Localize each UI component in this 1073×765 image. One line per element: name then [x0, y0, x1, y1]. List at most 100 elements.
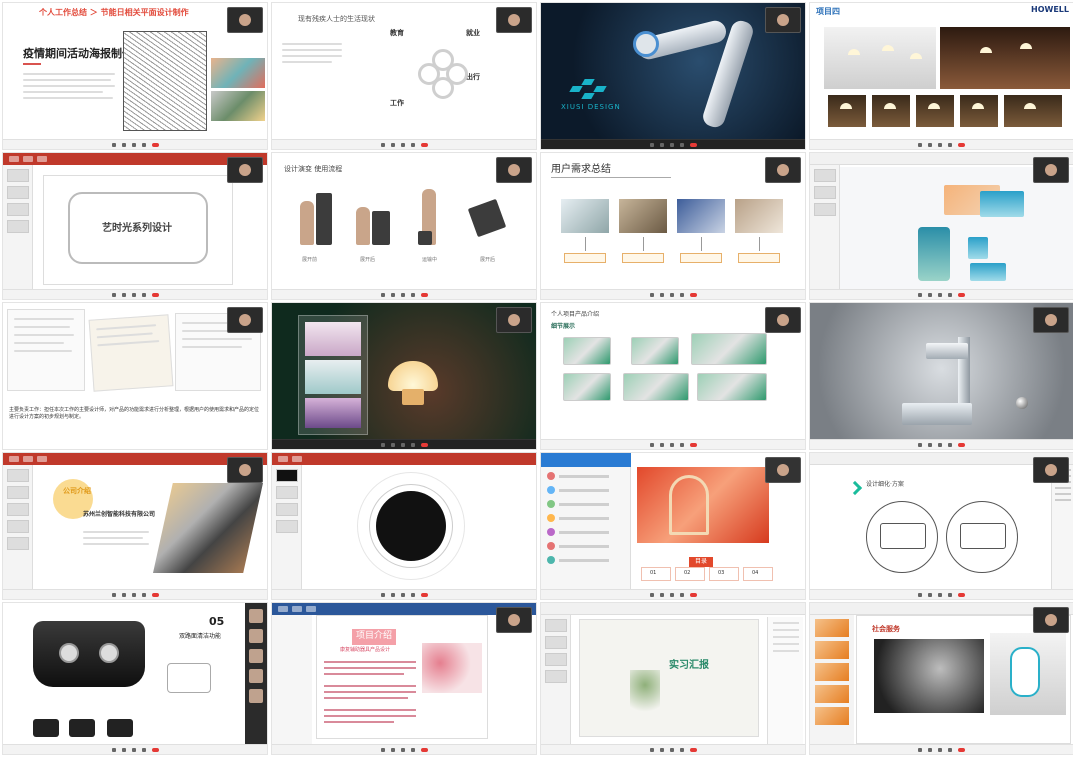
brand-name: HOWELL	[1031, 5, 1069, 14]
tile-internship-report: 实习汇报	[540, 602, 806, 755]
end-call-icon[interactable]	[420, 747, 428, 752]
camera-feed-icon[interactable]	[1033, 307, 1069, 333]
chat-item[interactable]	[547, 499, 627, 509]
text-line	[282, 43, 342, 45]
caption: 展开前	[302, 257, 318, 263]
end-call-icon[interactable]	[420, 592, 428, 597]
camera-feed-icon[interactable]	[496, 157, 532, 183]
meeting-toolbar	[810, 744, 1073, 754]
machine-head	[926, 343, 968, 359]
end-call-icon[interactable]	[689, 292, 697, 297]
section-label: 教育	[390, 29, 404, 37]
end-call-icon[interactable]	[151, 142, 159, 147]
design-card	[980, 191, 1024, 217]
chat-item[interactable]	[547, 555, 627, 565]
tile-mushroom-lamp	[271, 302, 537, 450]
slides-pane[interactable]	[810, 165, 840, 289]
end-call-icon[interactable]	[420, 142, 428, 147]
camera-feed-icon[interactable]	[496, 607, 532, 633]
share-screen-icon[interactable]	[131, 142, 136, 147]
end-call-icon[interactable]	[689, 592, 697, 597]
camera-feed-icon[interactable]	[227, 307, 263, 333]
participant-strip[interactable]	[245, 603, 267, 754]
project-image	[422, 643, 482, 693]
properties-panel[interactable]	[767, 617, 803, 744]
end-call-icon[interactable]	[420, 442, 428, 447]
text-line	[282, 55, 342, 57]
slide-title: 疫情期间活动海报制作	[23, 47, 133, 60]
tile-rehab-project: 项目介绍 康复辅助器具产品设计	[271, 602, 537, 755]
chat-icon[interactable]	[141, 142, 146, 147]
slides-pane[interactable]	[272, 465, 302, 589]
camera-feed-icon[interactable]	[765, 307, 801, 333]
camera-feed-icon[interactable]	[227, 7, 263, 33]
meeting-toolbar	[810, 139, 1073, 149]
tile-disability-research: 现有残疾人士的生活现状 教育 就业 工作 出行	[271, 2, 537, 150]
meeting-toolbar	[272, 439, 536, 449]
section-title: 双路面清洁功能	[179, 633, 222, 640]
tile-robot-arm: XIUSI DESIGN	[540, 2, 806, 150]
end-call-icon[interactable]	[958, 292, 965, 297]
person-silhouette	[300, 201, 314, 245]
end-call-icon[interactable]	[420, 292, 428, 297]
chat-item[interactable]	[547, 541, 627, 551]
caption: 展开后	[480, 257, 496, 263]
hero-photo	[153, 483, 263, 573]
camera-feed-icon[interactable]	[765, 157, 801, 183]
camera-feed-icon[interactable]	[496, 307, 532, 333]
lamp-photo	[1004, 95, 1062, 127]
meeting-toolbar	[3, 589, 267, 599]
camera-feed-icon[interactable]	[227, 457, 263, 483]
slides-pane[interactable]	[541, 615, 571, 744]
camera-feed-icon[interactable]	[496, 7, 532, 33]
end-call-icon[interactable]	[151, 747, 159, 752]
meeting-toolbar	[810, 589, 1073, 599]
image-panel	[298, 315, 368, 435]
camera-feed-icon[interactable]	[1033, 157, 1069, 183]
toc-item: 03	[709, 567, 739, 581]
chat-item[interactable]	[547, 471, 627, 481]
end-call-icon[interactable]	[958, 747, 965, 752]
need-label-box	[622, 253, 664, 263]
camera-feed-icon[interactable]	[765, 7, 801, 33]
end-call-icon[interactable]	[689, 142, 697, 147]
camera-feed-icon[interactable]	[227, 157, 263, 183]
camera-feed-icon[interactable]	[765, 457, 801, 483]
mic-icon[interactable]	[111, 142, 116, 147]
end-call-icon[interactable]	[689, 442, 697, 447]
meeting-toolbar	[541, 139, 805, 149]
tile-chat-poster: 目录 01 02 03 04	[540, 452, 806, 600]
scene-photo	[677, 199, 725, 233]
meeting-toolbar	[541, 439, 805, 449]
slides-pane[interactable]	[3, 465, 33, 589]
meeting-toolbar	[810, 289, 1073, 299]
chat-item[interactable]	[547, 513, 627, 523]
camera-feed-icon[interactable]	[1033, 457, 1069, 483]
kiosk-illustration	[418, 231, 432, 245]
section-label: 就业	[466, 29, 480, 37]
meeting-toolbar	[541, 744, 805, 754]
toc-item: 01	[641, 567, 671, 581]
scene-photo	[619, 199, 667, 233]
video-icon[interactable]	[121, 142, 126, 147]
detail-image	[623, 373, 689, 401]
poster-photo	[211, 91, 265, 121]
chat-item[interactable]	[547, 527, 627, 537]
slide-title: 项目四	[816, 7, 840, 16]
end-call-icon[interactable]	[689, 747, 697, 752]
camera-feed-icon[interactable]	[1033, 607, 1069, 633]
end-call-icon[interactable]	[958, 142, 965, 147]
need-label-box	[564, 253, 606, 263]
navigation-pane[interactable]	[272, 615, 312, 744]
device-outline	[880, 523, 926, 549]
slides-pane[interactable]	[810, 615, 854, 744]
properties-panel[interactable]	[1051, 465, 1073, 589]
slides-pane[interactable]	[3, 165, 33, 289]
chat-item[interactable]	[547, 485, 627, 495]
end-call-icon[interactable]	[958, 592, 965, 597]
tile-orbit-design	[271, 452, 537, 600]
end-call-icon[interactable]	[151, 592, 159, 597]
end-call-icon[interactable]	[958, 442, 965, 447]
end-call-icon[interactable]	[151, 292, 159, 297]
slide-title: 社会服务	[872, 625, 900, 633]
